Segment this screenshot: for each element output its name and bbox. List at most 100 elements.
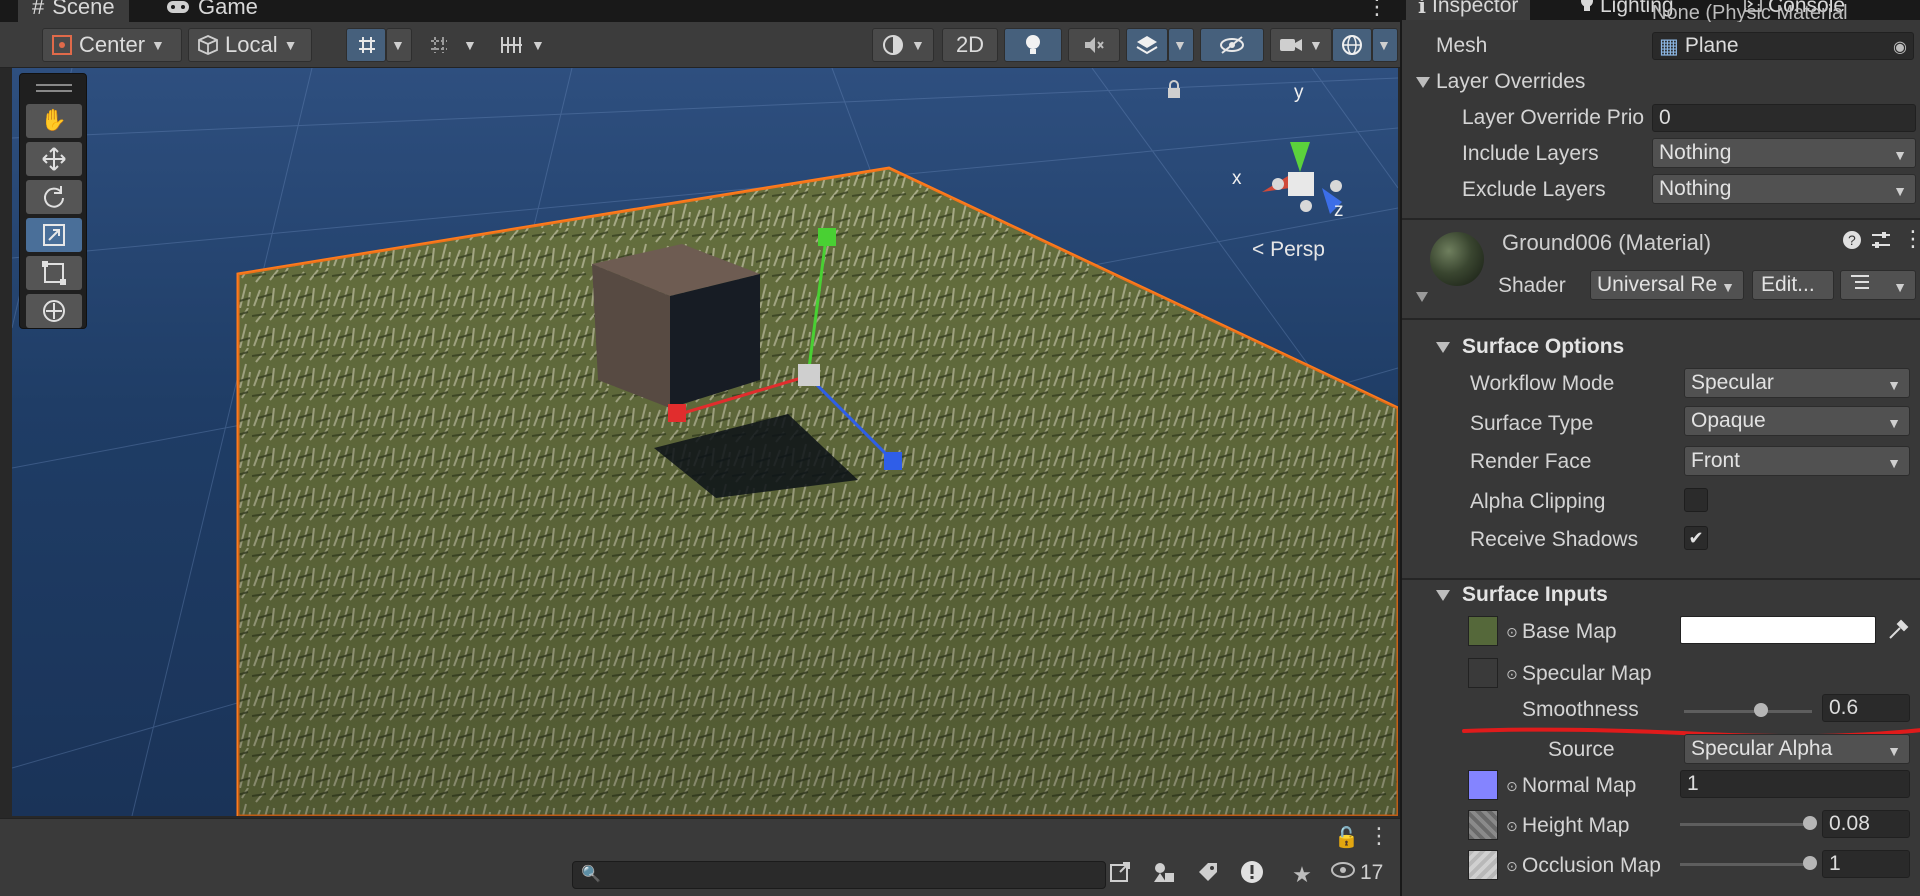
exclude-layers-dropdown[interactable]: Nothing ▼	[1652, 174, 1916, 204]
physic-material-field-partial[interactable]: None (Physic Material	[1652, 2, 1852, 22]
exclude-layers-label: Exclude Layers	[1462, 178, 1606, 201]
edit-shader-button[interactable]: Edit...	[1752, 270, 1834, 300]
inspector-panel: ℹ Inspector Lighting Console None (Physi…	[1400, 0, 1920, 896]
draw-mode-dropdown[interactable]: ▼	[872, 28, 934, 62]
eyedropper-icon[interactable]	[1886, 618, 1910, 648]
scene-toolbar: Center ▼ Local ▼ ▼ ▼ ▼ ▼ 2D ▼ ▼ ▼	[0, 22, 1400, 68]
layer-overrides-title[interactable]: Layer Overrides	[1436, 70, 1585, 94]
scene-viewport[interactable]: y x z	[12, 68, 1398, 816]
warnings-button[interactable]	[1236, 859, 1268, 891]
layer-override-priority-field[interactable]: 0	[1652, 104, 1916, 132]
list-icon	[1849, 273, 1871, 297]
surface-options-title[interactable]: Surface Options	[1402, 330, 1920, 364]
surface-inputs-title[interactable]: Surface Inputs	[1402, 578, 1920, 612]
audio-toggle-button[interactable]	[1068, 28, 1120, 62]
gizmos-toggle-button[interactable]	[1332, 28, 1372, 62]
gizmo-axis-y[interactable]: y	[1294, 82, 1304, 104]
move-tool-button[interactable]	[26, 142, 82, 176]
gizmo-globe-icon	[1340, 33, 1364, 57]
include-layers-dropdown[interactable]: Nothing ▼	[1652, 138, 1916, 168]
drag-handle[interactable]	[36, 84, 72, 86]
occlusion-slider-track[interactable]	[1680, 863, 1810, 866]
rotate-tool-button[interactable]	[26, 180, 82, 214]
lightbulb-icon	[1023, 33, 1043, 57]
filter-type-button[interactable]	[1148, 859, 1180, 891]
tab-game[interactable]: Game	[152, 0, 272, 22]
height-slider-thumb[interactable]	[1803, 816, 1817, 830]
favorites-button[interactable]: ★	[1286, 859, 1318, 891]
filter-label-button[interactable]	[1192, 859, 1224, 891]
occlusion-map-label: Occlusion Map	[1522, 854, 1661, 877]
divider	[1402, 318, 1920, 320]
scale-tool-button[interactable]	[26, 218, 82, 252]
search-input[interactable]: 🔍	[572, 861, 1106, 889]
rect-tool-button[interactable]	[26, 256, 82, 290]
grid-snap-menu[interactable]: ▼	[386, 28, 412, 62]
effects-menu[interactable]: ▼	[1168, 28, 1194, 62]
gizmos-menu[interactable]: ▼	[1372, 28, 1398, 62]
object-picker-icon[interactable]: ◉	[1893, 37, 1907, 57]
statusbar-menu-icon[interactable]: ⋮	[1368, 823, 1390, 849]
star-icon: ★	[1292, 862, 1312, 887]
transform-tool-button[interactable]	[26, 294, 82, 328]
specular-map-texture-slot[interactable]	[1468, 658, 1498, 688]
workflow-mode-dropdown[interactable]: Specular ▼	[1684, 368, 1910, 398]
increment-snap-menu[interactable]: ▼	[458, 28, 484, 62]
tab-scene[interactable]: # Scene	[18, 0, 129, 22]
texture-picker-icon[interactable]: ⊙	[1506, 858, 1518, 875]
texture-picker-icon[interactable]: ⊙	[1506, 624, 1518, 641]
shader-options-dropdown[interactable]: ▼	[1840, 270, 1916, 300]
texture-picker-icon[interactable]: ⊙	[1506, 778, 1518, 795]
texture-picker-icon[interactable]: ⊙	[1506, 666, 1518, 683]
hand-tool-button[interactable]: ✋	[26, 104, 82, 138]
material-menu-icon[interactable]: ⋮	[1902, 226, 1920, 252]
lock-icon[interactable]: 🔓	[1334, 825, 1359, 850]
alpha-clipping-checkbox[interactable]	[1684, 488, 1708, 512]
presets-icon[interactable]	[1870, 230, 1892, 256]
shaded-sphere-icon	[881, 33, 905, 57]
open-window-button[interactable]	[1104, 859, 1136, 891]
tab-menu-icon[interactable]: ⋮	[1366, 0, 1388, 20]
height-map-field[interactable]: 0.08	[1822, 810, 1910, 838]
material-preview-sphere[interactable]	[1430, 232, 1484, 286]
material-foldout[interactable]	[1416, 292, 1428, 302]
effects-toggle-button[interactable]	[1126, 28, 1168, 62]
gizmo-axis-x[interactable]: x	[1232, 168, 1242, 190]
height-map-texture-slot[interactable]	[1468, 810, 1498, 840]
layer-overrides-foldout[interactable]	[1416, 77, 1430, 88]
surface-type-dropdown[interactable]: Opaque ▼	[1684, 406, 1910, 436]
receive-shadows-checkbox[interactable]: ✔	[1684, 526, 1708, 550]
occlusion-map-texture-slot[interactable]	[1468, 850, 1498, 880]
base-map-color-field[interactable]	[1680, 616, 1876, 644]
help-icon[interactable]: ?	[1842, 230, 1862, 256]
tab-inspector[interactable]: ℹ Inspector	[1406, 0, 1531, 20]
rotate-icon	[41, 184, 67, 210]
occlusion-map-field[interactable]: 1	[1822, 850, 1910, 878]
camera-settings-dropdown[interactable]: ▼	[1270, 28, 1332, 62]
pivot-center-dropdown[interactable]: Center ▼	[42, 28, 182, 62]
base-map-texture-slot[interactable]	[1468, 616, 1498, 646]
lighting-toggle-button[interactable]	[1004, 28, 1062, 62]
projection-toggle[interactable]: < Persp	[1252, 238, 1325, 262]
render-face-dropdown[interactable]: Front ▼	[1684, 446, 1910, 476]
ruler-snap-button[interactable]: ▼	[490, 28, 552, 62]
grid-snap-button[interactable]	[346, 28, 386, 62]
toggle-2d-button[interactable]: 2D	[942, 28, 998, 62]
normal-map-texture-slot[interactable]	[1468, 770, 1498, 800]
normal-map-strength-field[interactable]: 1	[1680, 770, 1910, 798]
texture-picker-icon[interactable]: ⊙	[1506, 818, 1518, 835]
shader-dropdown[interactable]: Universal Re ▼	[1590, 270, 1744, 300]
smoothness-source-dropdown[interactable]: Specular Alpha ▼	[1684, 734, 1910, 764]
scene-visibility-button[interactable]	[1200, 28, 1264, 62]
mesh-field[interactable]: ▦ Plane ◉	[1652, 32, 1914, 60]
occlusion-slider-thumb[interactable]	[1803, 856, 1817, 870]
gizmo-axis-z[interactable]: z	[1334, 200, 1344, 222]
space-local-dropdown[interactable]: Local ▼	[188, 28, 312, 62]
visible-count[interactable]: 17	[1330, 861, 1383, 885]
height-slider-track[interactable]	[1680, 823, 1810, 826]
increment-snap-button[interactable]	[418, 28, 458, 62]
smoothness-slider-thumb[interactable]	[1753, 703, 1768, 717]
specular-map-label: Specular Map	[1522, 662, 1652, 685]
chevron-down-icon: ▼	[1309, 37, 1323, 53]
smoothness-slider-track[interactable]	[1684, 710, 1812, 713]
